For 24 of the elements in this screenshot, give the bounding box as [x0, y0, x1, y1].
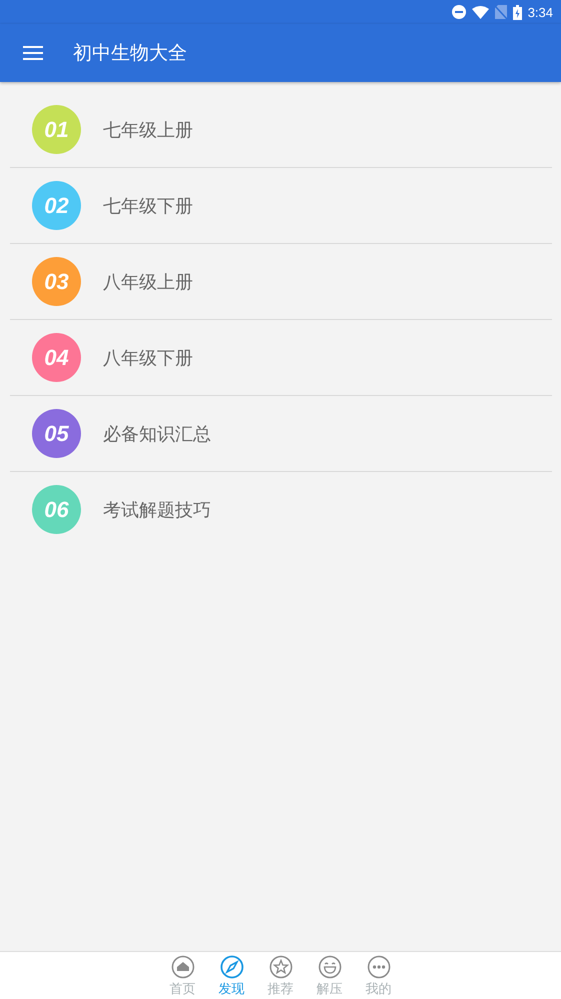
nav-tab[interactable]: 发现 [210, 952, 253, 999]
chapter-item[interactable]: 06 考试解题技巧 [10, 471, 552, 547]
status-time: 3:34 [528, 4, 553, 20]
number-badge: 01 [32, 105, 81, 154]
menu-icon[interactable] [23, 46, 43, 60]
home-icon [170, 955, 194, 979]
chapter-item[interactable]: 02 七年级下册 [10, 167, 552, 243]
number-badge: 06 [32, 485, 81, 534]
number-badge: 03 [32, 257, 81, 306]
chapter-item[interactable]: 04 八年级下册 [10, 319, 552, 395]
compass-icon [220, 955, 244, 979]
no-sim-icon [494, 5, 507, 19]
chapter-item[interactable]: 01 七年级上册 [10, 92, 552, 167]
number-badge: 05 [32, 409, 81, 458]
chapter-item[interactable]: 05 必备知识汇总 [10, 395, 552, 471]
more-icon [366, 955, 390, 979]
chapter-item[interactable]: 03 八年级上册 [10, 243, 552, 319]
number-badge: 02 [32, 181, 81, 230]
smile-icon [318, 955, 342, 979]
do-not-disturb-icon [452, 5, 466, 19]
battery-charging-icon [512, 4, 522, 20]
app-title: 初中生物大全 [73, 41, 187, 66]
wifi-icon [472, 6, 489, 18]
number-badge: 04 [32, 333, 81, 382]
